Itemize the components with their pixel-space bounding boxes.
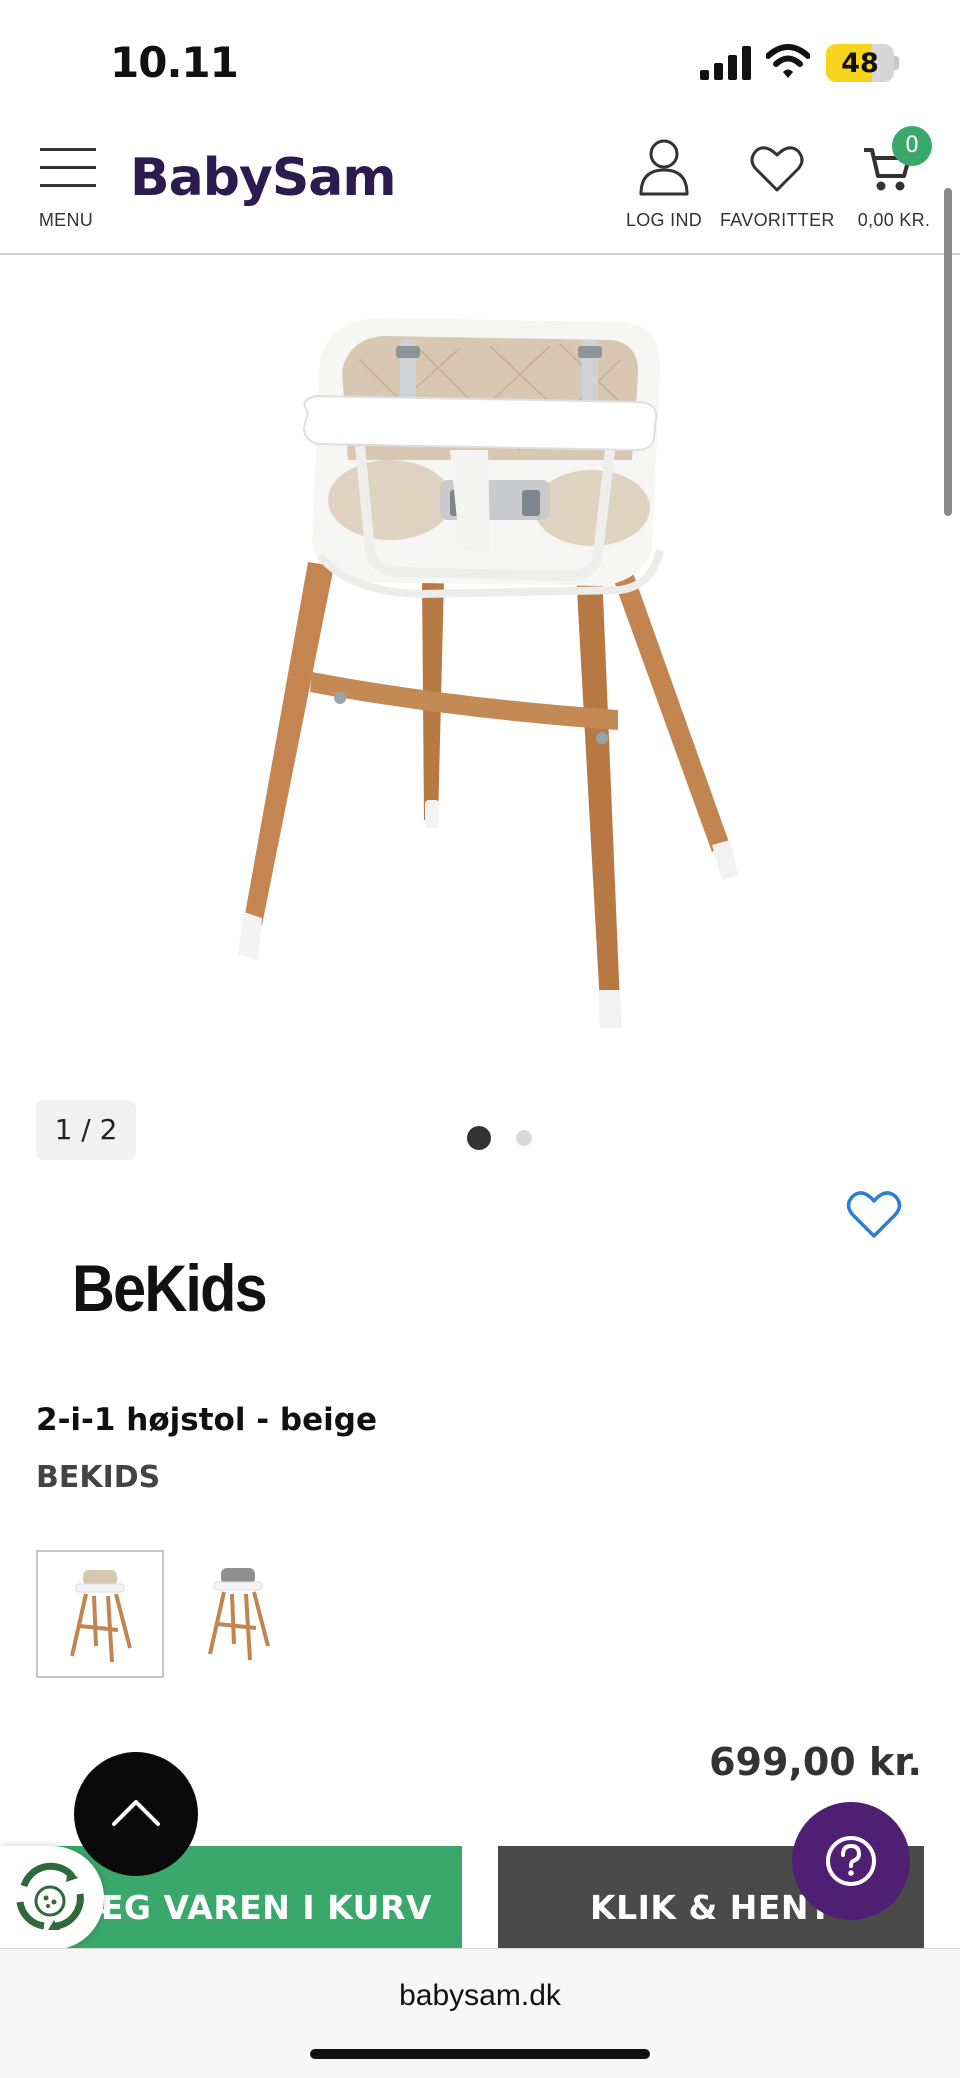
product-image-highchair[interactable] (200, 300, 760, 1060)
cart-total: 0,00 KR. (857, 210, 931, 230)
question-icon (826, 1836, 876, 1886)
home-indicator[interactable] (310, 2049, 650, 2059)
carousel-dot-2[interactable] (516, 1130, 532, 1146)
favorites-button[interactable]: FAVORITTER (720, 138, 834, 238)
eco-badge[interactable] (0, 1846, 104, 1950)
recycle-icon (16, 1862, 84, 1930)
product-thumbnail-2[interactable] (176, 1550, 304, 1678)
user-icon (639, 139, 689, 196)
login-label: LOG IND (625, 210, 703, 230)
heart-icon (750, 146, 804, 192)
status-time: 10.11 (110, 38, 239, 87)
signal-icon (700, 46, 751, 80)
page-scrollbar[interactable] (944, 188, 952, 516)
product-price: 699,00 kr. (709, 1740, 922, 1784)
product-thumbnail-1[interactable] (36, 1550, 164, 1678)
hamburger-icon (40, 148, 96, 187)
wifi-icon (766, 44, 810, 78)
battery-indicator: 48 (826, 44, 894, 82)
thumbnail-image (70, 1570, 132, 1663)
browser-bottom-bar: babysam.dk (0, 1948, 960, 2078)
product-title: 2-i-1 højstol - beige (36, 1402, 377, 1438)
carousel-dot-1[interactable] (467, 1126, 491, 1150)
image-counter: 1 / 2 (36, 1100, 136, 1160)
battery-nub (894, 56, 899, 70)
add-to-favorites-icon[interactable] (846, 1190, 902, 1240)
url-bar[interactable]: babysam.dk (0, 1979, 960, 2013)
menu-button[interactable]: MENU (30, 146, 102, 236)
babysam-logo[interactable]: BabySam (130, 148, 397, 208)
product-brand[interactable]: BEKIDS (36, 1460, 160, 1495)
site-header: MENU BabySam LOG IND FAVORITTER 0,00 KR.… (0, 118, 960, 255)
menu-label: MENU (38, 210, 94, 230)
thumbnail-image (208, 1568, 270, 1661)
brand-logo[interactable]: BeKids (72, 1250, 268, 1326)
login-button[interactable]: LOG IND (622, 138, 706, 238)
cart-count-badge: 0 (892, 126, 932, 166)
favorites-label: FAVORITTER (720, 210, 835, 230)
help-button[interactable] (792, 1802, 910, 1920)
